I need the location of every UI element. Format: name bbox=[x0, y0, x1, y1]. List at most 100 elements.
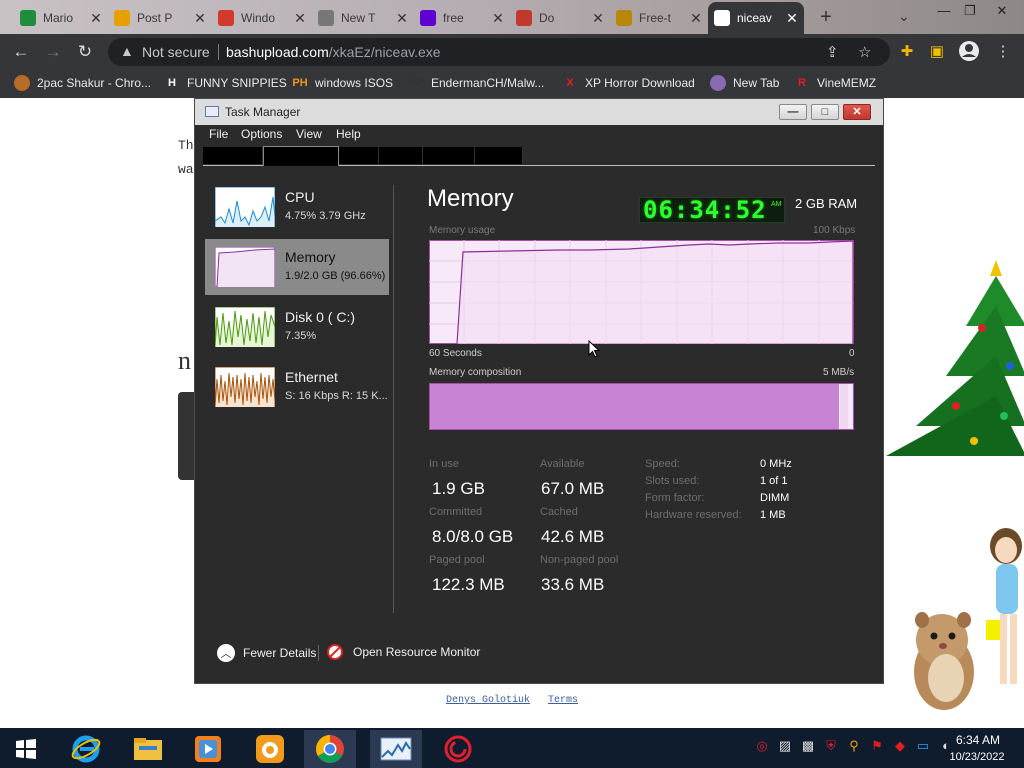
shield-tray-icon[interactable]: ⛨ bbox=[823, 738, 839, 754]
bookmark-label: 2pac Shakur - Chro... bbox=[37, 76, 152, 90]
spec-form-value: DIMM bbox=[760, 492, 790, 504]
browser-tab[interactable]: free ✕ bbox=[414, 4, 510, 32]
flag-tray-icon[interactable]: ⚑ bbox=[869, 738, 885, 754]
bookmark-item[interactable]: PH windows ISOS bbox=[292, 75, 393, 91]
tab-processes[interactable] bbox=[203, 147, 263, 164]
task-manager-menubar: File Options View Help bbox=[195, 125, 883, 145]
close-icon[interactable]: ✕ bbox=[843, 104, 871, 120]
browser-tab[interactable]: Post P ✕ bbox=[108, 4, 212, 32]
footer-link-terms[interactable]: Terms bbox=[548, 695, 578, 706]
pattern-tray-icon[interactable]: ▩ bbox=[800, 738, 816, 754]
close-tab-icon[interactable]: ✕ bbox=[292, 10, 308, 27]
browser-tab[interactable]: Do ✕ bbox=[510, 4, 610, 32]
download-icon bbox=[516, 10, 532, 26]
restore-window-icon[interactable]: ❐ bbox=[958, 2, 982, 22]
clock-time[interactable]: 6:34 AM bbox=[950, 733, 1006, 747]
composition-label: Memory composition bbox=[429, 367, 522, 378]
paged-pool-value: 122.3 MB bbox=[432, 575, 505, 594]
menu-help[interactable]: Help bbox=[336, 127, 361, 141]
bookmark-item[interactable]: X XP Horror Download bbox=[562, 75, 695, 91]
sidebar-item-ethernet[interactable]: Ethernet S: 16 Kbps R: 15 K... bbox=[205, 359, 389, 415]
image-tray-icon[interactable]: ▨ bbox=[777, 738, 793, 754]
back-icon[interactable]: ← bbox=[10, 41, 32, 63]
monitor-tray-icon[interactable]: ▭ bbox=[915, 738, 931, 754]
bookmark-favicon bbox=[14, 75, 30, 91]
warning-icon[interactable]: ▲ bbox=[120, 43, 134, 59]
forward-icon[interactable]: → bbox=[42, 41, 64, 63]
alert-tray-icon[interactable]: ◆ bbox=[892, 738, 908, 754]
swirl-tray-icon[interactable]: ◎ bbox=[754, 738, 770, 754]
close-tab-icon[interactable]: ✕ bbox=[590, 10, 606, 27]
bookmark-item[interactable]: H FUNNY SNIPPIES bbox=[164, 75, 287, 91]
sidebar-item-cpu[interactable]: CPU 4.75% 3.79 GHz bbox=[205, 179, 389, 235]
browser-tab[interactable]: Free-t ✕ bbox=[610, 4, 708, 32]
bookmark-item[interactable]: 2pac Shakur - Chro... bbox=[14, 75, 151, 91]
memory-thumbnail-graph bbox=[215, 247, 275, 287]
browser-tab[interactable]: Mario ✕ bbox=[14, 4, 108, 32]
post-icon bbox=[114, 10, 130, 26]
bookmarks-bar: 2pac Shakur - Chro... H FUNNY SNIPPIES PH wi… bbox=[0, 70, 1024, 98]
internet-explorer-button[interactable] bbox=[60, 730, 112, 768]
close-tab-icon[interactable]: ✕ bbox=[688, 10, 704, 27]
close-tab-icon[interactable]: ✕ bbox=[192, 10, 208, 27]
close-tab-icon[interactable]: ✕ bbox=[784, 10, 800, 27]
minimize-window-icon[interactable]: — bbox=[932, 2, 956, 22]
chrome-button[interactable] bbox=[304, 730, 356, 768]
start-button[interactable] bbox=[0, 730, 52, 768]
bookmark-favicon bbox=[710, 75, 726, 91]
bookmark-label: windows ISOS bbox=[315, 76, 394, 90]
menu-file[interactable]: File bbox=[209, 127, 228, 141]
side-panel-icon[interactable]: ▣ bbox=[926, 41, 948, 63]
media-player-button[interactable] bbox=[182, 730, 234, 768]
fewer-details-button[interactable]: ︿ Fewer Details bbox=[217, 644, 316, 662]
search-tray-icon[interactable]: ⚲ bbox=[846, 738, 862, 754]
new-tab-button[interactable]: + bbox=[814, 6, 838, 30]
close-tab-icon[interactable]: ✕ bbox=[490, 10, 506, 27]
menu-dots-icon[interactable]: ⋮ bbox=[992, 41, 1014, 63]
media-player-icon bbox=[195, 736, 221, 762]
ram-total: 2 GB RAM bbox=[795, 196, 858, 211]
address-bar[interactable]: ▲ Not secure bashupload.com/xkaEz/niceav… bbox=[108, 38, 890, 66]
chrome-icon bbox=[316, 735, 344, 763]
task-manager-button[interactable] bbox=[370, 730, 422, 768]
task-manager-titlebar[interactable]: Task Manager — □ ✕ bbox=[195, 99, 883, 125]
uc-browser-button[interactable] bbox=[244, 730, 296, 768]
fewer-details-label: Fewer Details bbox=[243, 646, 317, 660]
minimize-icon[interactable]: — bbox=[779, 104, 807, 120]
sidebar-item-disk[interactable]: Disk 0 ( C:) 7.35% bbox=[205, 299, 389, 355]
menu-view[interactable]: View bbox=[296, 127, 322, 141]
bookmark-star-icon[interactable]: ☆ bbox=[858, 43, 871, 61]
tab-details[interactable] bbox=[475, 147, 523, 164]
reload-icon[interactable]: ↻ bbox=[74, 41, 96, 63]
browser-tab[interactable]: New T ✕ bbox=[312, 4, 414, 32]
footer-link-author[interactable]: Denys Golotiuk bbox=[446, 695, 530, 706]
menu-options[interactable]: Options bbox=[241, 127, 282, 141]
close-tab-icon[interactable]: ✕ bbox=[88, 10, 104, 27]
url-text[interactable]: bashupload.com/xkaEz/niceav.exe bbox=[226, 44, 441, 60]
close-window-icon[interactable]: ✕ bbox=[990, 2, 1014, 22]
bookmark-item[interactable]: YP EndermanCH/Malw... bbox=[408, 75, 545, 91]
not-secure-label[interactable]: Not secure bbox=[142, 44, 210, 60]
bookmark-item[interactable]: R VineMEMZ bbox=[794, 75, 876, 91]
swirl-app-button[interactable] bbox=[432, 730, 484, 768]
close-tab-icon[interactable]: ✕ bbox=[394, 10, 410, 27]
maximize-icon[interactable]: □ bbox=[811, 104, 839, 120]
browser-toolbar: ← → ↻ ▲ Not secure bashupload.com/xkaEz/… bbox=[0, 34, 1024, 70]
tab-users[interactable] bbox=[423, 147, 475, 164]
tab-startup[interactable] bbox=[379, 147, 423, 164]
profile-avatar-icon[interactable] bbox=[958, 41, 980, 63]
bookmark-item[interactable]: New Tab bbox=[710, 75, 779, 91]
browser-tab[interactable]: niceav ✕ bbox=[708, 2, 804, 34]
tab-performance[interactable] bbox=[263, 146, 339, 166]
tab-title: Do bbox=[539, 11, 555, 25]
tab-app-history[interactable] bbox=[339, 147, 379, 164]
tab-search-icon[interactable]: ⌄ bbox=[898, 8, 910, 25]
file-explorer-button[interactable] bbox=[122, 730, 174, 768]
clock-date[interactable]: 10/23/2022 bbox=[944, 751, 1010, 763]
extensions-icon[interactable]: ✚ bbox=[896, 41, 918, 63]
internet-explorer-icon bbox=[71, 735, 101, 763]
sidebar-item-memory[interactable]: Memory 1.9/2.0 GB (96.66%) bbox=[205, 239, 389, 295]
share-icon[interactable]: ⇪ bbox=[826, 43, 839, 61]
browser-tab[interactable]: Windo ✕ bbox=[212, 4, 312, 32]
open-resource-monitor-link[interactable]: Open Resource Monitor bbox=[327, 644, 480, 660]
